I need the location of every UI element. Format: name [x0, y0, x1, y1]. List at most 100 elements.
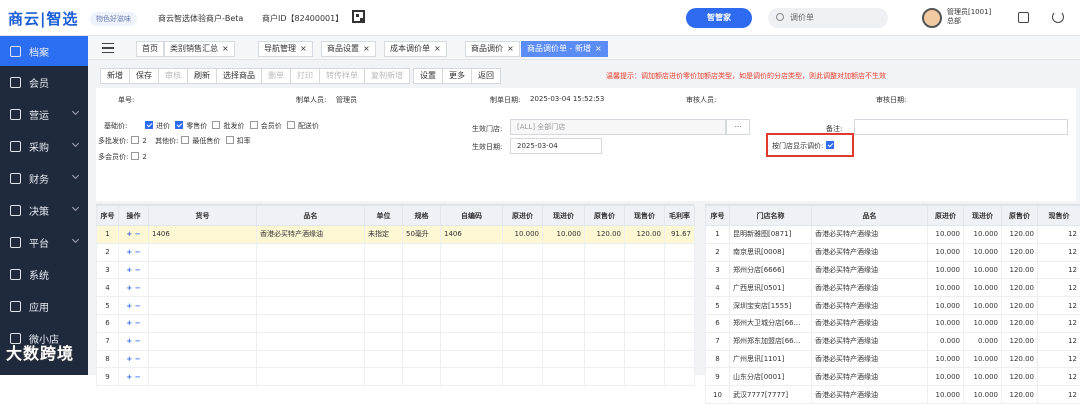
toolbar-button[interactable]: 复制新增	[364, 68, 410, 84]
table-cell[interactable]	[543, 297, 585, 315]
table-cell[interactable]	[403, 368, 441, 386]
table-cell[interactable]: 10.000	[928, 243, 964, 261]
table-cell[interactable]: 12	[1038, 350, 1080, 368]
table-cell[interactable]: + −	[119, 226, 149, 244]
table-cell[interactable]: 1406	[149, 226, 257, 244]
left_table-header[interactable]: 货号	[149, 206, 257, 226]
table-cell[interactable]	[585, 314, 625, 332]
wholesale-price-checkbox[interactable]	[212, 121, 220, 129]
table-cell[interactable]: 120.00	[1002, 350, 1038, 368]
right_table-header[interactable]: 原进价	[928, 206, 964, 226]
table-cell[interactable]	[441, 243, 503, 261]
table-cell[interactable]: 0.000	[964, 332, 1002, 350]
table-cell[interactable]: 10.000	[964, 350, 1002, 368]
table-cell[interactable]: 10.000	[964, 243, 1002, 261]
table-cell[interactable]: + −	[119, 243, 149, 261]
table-cell[interactable]: 2	[97, 243, 119, 261]
table-cell[interactable]: 12	[1038, 261, 1080, 279]
tab[interactable]: 导航管理×	[258, 41, 313, 57]
multi-member-checkbox[interactable]	[131, 152, 139, 160]
sidebar-item[interactable]: 平台	[0, 226, 88, 258]
table-cell[interactable]	[543, 243, 585, 261]
retail-price-checkbox[interactable]	[175, 121, 183, 129]
table-cell[interactable]	[665, 314, 695, 332]
table-cell[interactable]: 10.000	[928, 279, 964, 297]
table-row[interactable]: 7郑州郑东加盟店[66...香港必买特产酒缘油0.0000.000120.001…	[706, 332, 1080, 350]
left_table-header[interactable]: 自编码	[441, 206, 503, 226]
left_table-header[interactable]: 现进价	[543, 206, 585, 226]
table-cell[interactable]: 郑州大卫城分店[66...	[730, 314, 812, 332]
table-cell[interactable]	[257, 261, 365, 279]
left_table-header[interactable]: 原售价	[585, 206, 625, 226]
toolbar-button[interactable]: 审核	[158, 68, 188, 84]
table-cell[interactable]: 武汉7777[7777]	[730, 386, 812, 404]
toolbar-button[interactable]: 删单	[261, 68, 291, 84]
table-cell[interactable]	[585, 350, 625, 368]
table-cell[interactable]	[403, 243, 441, 261]
table-cell[interactable]: 8	[706, 350, 730, 368]
table-cell[interactable]	[403, 332, 441, 350]
table-cell[interactable]: 1	[706, 226, 730, 244]
table-cell[interactable]	[503, 350, 543, 368]
table-cell[interactable]	[585, 297, 625, 315]
table-cell[interactable]	[365, 368, 403, 386]
table-cell[interactable]	[543, 332, 585, 350]
table-row[interactable]: 2+ −	[97, 243, 695, 261]
table-cell[interactable]	[665, 261, 695, 279]
table-cell[interactable]: 10.000	[928, 297, 964, 315]
table-cell[interactable]: 5	[706, 297, 730, 315]
table-cell[interactable]: 香港必买特产酒缘油	[812, 279, 928, 297]
table-cell[interactable]: 120.00	[1002, 226, 1038, 244]
table-cell[interactable]	[149, 368, 257, 386]
table-cell[interactable]: 10	[706, 386, 730, 404]
table-cell[interactable]	[665, 297, 695, 315]
table-cell[interactable]: 10.000	[964, 226, 1002, 244]
table-cell[interactable]: 6	[706, 314, 730, 332]
table-cell[interactable]	[543, 279, 585, 297]
table-cell[interactable]: 50毫升	[403, 226, 441, 244]
close-icon[interactable]: ×	[595, 44, 602, 53]
table-cell[interactable]	[441, 279, 503, 297]
table-cell[interactable]: 10.000	[928, 368, 964, 386]
tab[interactable]: 成本调价单×	[384, 41, 447, 57]
discount-checkbox[interactable]	[226, 136, 234, 144]
table-cell[interactable]	[403, 297, 441, 315]
menu-icon[interactable]	[102, 43, 114, 53]
table-cell[interactable]	[149, 332, 257, 350]
table-cell[interactable]: 10.000	[928, 350, 964, 368]
table-cell[interactable]: 10.000	[928, 386, 964, 404]
table-cell[interactable]	[403, 350, 441, 368]
table-cell[interactable]	[625, 279, 665, 297]
table-cell[interactable]	[503, 297, 543, 315]
table-row[interactable]: 4广西思讯[0501]香港必买特产酒缘油10.00010.000120.0012	[706, 279, 1080, 297]
table-row[interactable]: 3郑州分店[6666]香港必买特产酒缘油10.00010.000120.0012	[706, 261, 1080, 279]
left_table-header[interactable]: 品名	[257, 206, 365, 226]
table-cell[interactable]	[665, 350, 695, 368]
table-cell[interactable]	[149, 297, 257, 315]
table-cell[interactable]: + −	[119, 350, 149, 368]
table-cell[interactable]: 7	[97, 332, 119, 350]
table-row[interactable]: 9+ −	[97, 368, 695, 386]
tab[interactable]: 商品调价单 - 新增×	[521, 41, 608, 57]
table-cell[interactable]: 12	[1038, 368, 1080, 386]
table-cell[interactable]: 1	[97, 226, 119, 244]
table-cell[interactable]: 未指定	[365, 226, 403, 244]
table-row[interactable]: 3+ −	[97, 261, 695, 279]
delivery-price-checkbox[interactable]	[287, 121, 295, 129]
table-cell[interactable]	[503, 279, 543, 297]
table-cell[interactable]	[503, 261, 543, 279]
table-cell[interactable]	[365, 297, 403, 315]
table-cell[interactable]	[149, 350, 257, 368]
tab[interactable]: 首页	[136, 41, 164, 57]
left_table-header[interactable]: 毛利率	[665, 206, 695, 226]
table-cell[interactable]: 12	[1038, 332, 1080, 350]
table-cell[interactable]: 香港必买特产酒缘油	[257, 226, 365, 244]
table-cell[interactable]	[543, 314, 585, 332]
table-cell[interactable]	[585, 332, 625, 350]
table-cell[interactable]	[665, 279, 695, 297]
table-cell[interactable]: 9	[97, 368, 119, 386]
table-cell[interactable]: 香港必买特产酒缘油	[812, 297, 928, 315]
table-cell[interactable]: 广州思讯[1101]	[730, 350, 812, 368]
table-cell[interactable]: 6	[97, 314, 119, 332]
left_table-header[interactable]: 单位	[365, 206, 403, 226]
